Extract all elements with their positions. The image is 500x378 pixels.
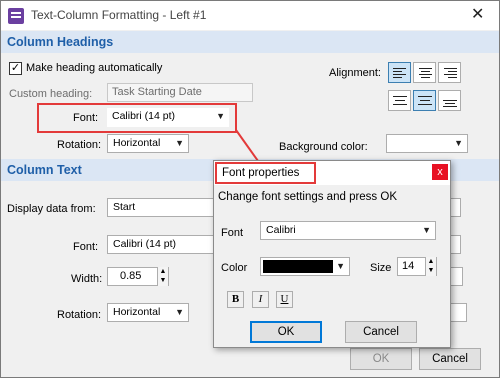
dialog-size-value: 14 (402, 260, 415, 272)
dialog-instruction: Change font settings and press OK (218, 191, 397, 203)
chevron-down-icon: ▼ (336, 261, 345, 271)
dialog-font-select[interactable]: Calibri ▼ (260, 221, 436, 240)
spin-up-icon[interactable]: ▲ (426, 257, 436, 266)
dialog-title: Font properties (215, 162, 316, 184)
dialog-font-value: Calibri (266, 224, 296, 236)
bold-button[interactable]: B (227, 291, 244, 308)
dialog-cancel-button[interactable]: Cancel (345, 321, 417, 343)
size-spinner[interactable]: ▲ ▼ (425, 257, 436, 276)
underline-button[interactable]: U (276, 291, 293, 308)
dialog-font-label: Font (221, 227, 244, 239)
dialog-color-select[interactable]: ▼ (260, 257, 350, 276)
color-swatch (263, 260, 333, 273)
chevron-down-icon: ▼ (422, 225, 431, 235)
font-properties-dialog: Font properties x Change font settings a… (213, 160, 451, 348)
dialog-ok-button[interactable]: OK (250, 321, 322, 343)
dialog-size-label: Size (370, 262, 392, 274)
dialog-size-input[interactable]: 14 ▲ ▼ (397, 257, 437, 276)
dialog-close-icon[interactable]: x (432, 164, 448, 180)
spin-down-icon[interactable]: ▼ (426, 266, 436, 275)
dialog-color-label: Color (221, 262, 248, 274)
italic-button[interactable]: I (252, 291, 269, 308)
dialog-title-bar: Font properties x (214, 161, 450, 185)
